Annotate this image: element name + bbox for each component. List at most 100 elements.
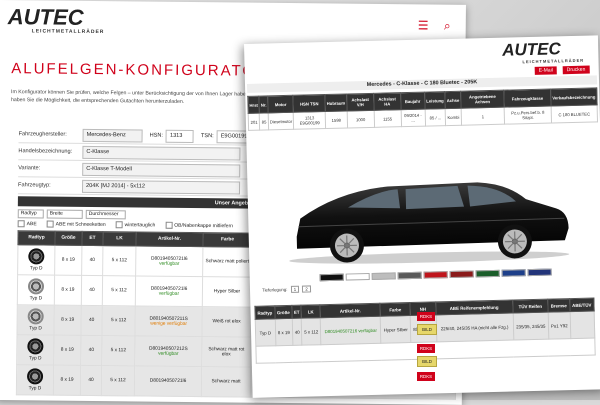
winter-label: wintertauglich [124,221,156,228]
vehicle-spec-table: Hrst Nr. Motor HSN TSN Hubraum Achslast V/H Ac… [247,87,598,131]
winter-checkbox[interactable] [115,220,123,228]
stock-status: verfügbar [159,261,180,267]
menu-icon[interactable]: ☰ [418,18,429,32]
durchmesser-select[interactable]: Durchmesser [85,209,126,219]
handels-label: Handelsbezeichnung: [18,148,73,155]
col-farbe[interactable]: Farbe [202,232,253,248]
cell-et: 40 [80,365,102,396]
cell-size: 8 x 19 [54,275,82,306]
spec-cell: 85 [259,112,269,131]
header-icons: ☰ ⌕ [418,18,463,33]
tiefer-option-1[interactable]: 1 [290,285,300,293]
col-lk[interactable]: LK [102,231,137,246]
spec-col-header: Hubraum [324,94,347,112]
typ-select[interactable]: 204K [MJ 2014] - 5x112 [81,179,241,195]
color-swatch[interactable] [371,272,396,280]
fitment-col-header[interactable]: LK [301,304,321,319]
variante-select[interactable]: C-Klasse T-Modell [82,162,241,178]
rdks-button[interactable]: RDKS [417,312,435,321]
bild-button[interactable]: BILD [417,356,437,367]
color-swatch[interactable] [475,269,500,278]
fitment-col-header[interactable]: ET [291,305,302,319]
bild-button[interactable]: BILD [417,324,437,335]
col-et[interactable]: ET [81,231,104,246]
color-swatch[interactable] [423,271,448,279]
logo-tagline: LEICHTMETALLRÄDER [31,28,105,36]
rdks-button[interactable]: RDKS [417,344,435,353]
stock-status: wenige verfügbar [150,321,188,327]
rdks-button[interactable]: RDKS [417,372,435,381]
print-button[interactable]: Drucken [562,65,590,75]
hersteller-select[interactable]: Mercedes-Benz [82,128,143,143]
cell-article[interactable]: D80194050721l6 [150,379,187,384]
fitment-cell: Hyper Silber [380,315,411,344]
rim-thumbnail[interactable] [27,338,44,355]
color-swatch[interactable] [397,271,422,280]
abe-schneeketten-checkbox[interactable] [46,220,54,228]
rim-type: Typ D [29,326,42,332]
cell-lk: 5 x 112 [101,365,135,396]
stock-status: verfügbar [158,291,180,297]
cell-et: 40 [80,335,102,366]
spec-col-header: Hrst [247,96,260,114]
col-artikel[interactable]: Artikel-Nr. [135,231,204,247]
color-swatch[interactable] [345,272,370,281]
spec-cell: 201 [248,113,260,131]
hersteller-label: Fahrzeughersteller: [18,131,67,138]
rim-thumbnail[interactable] [27,308,44,325]
cell-size: 8 x 19 [53,305,82,336]
spec-col-header: HSN TSN [293,94,326,113]
fitment-cell: 235/35, 245/35 [512,312,549,341]
col-groesse[interactable]: Größe [54,231,83,246]
fitment-col-header[interactable]: Farbe [380,302,411,317]
fitment-cell[interactable]: D801940507216 verfügbar [320,316,382,345]
fitment-col-header[interactable]: Radtyp [254,305,275,320]
color-swatch[interactable] [319,273,344,282]
cell-lk: 5 x 112 [102,275,136,306]
color-swatch[interactable] [449,270,474,279]
fitment-cell: 225/40, 245/35 HA (nicht alle Fzg.) [435,313,514,342]
cell-color: Schwarz matt poliert [202,246,252,278]
rim-thumbnail[interactable] [28,248,45,265]
cell-size: 8 x 19 [53,335,81,366]
spec-col-header: Nr. [259,95,269,114]
logo-wordmark: AUTEC [7,4,84,30]
cell-color: Weiß rot elox [201,306,252,338]
spec-col-header: Angetriebene Achsen [460,90,505,109]
cell-color: Schwarz matt [201,366,251,398]
cell-color: Schwarz matt rot elox [201,336,251,368]
rim-thumbnail[interactable] [27,278,45,295]
fitment-col-header[interactable]: ABE/TÜV [569,298,595,312]
search-icon[interactable]: ⌕ [444,19,451,33]
autec-logo[interactable]: AUTEC LEICHTMETALLRÄDER [7,4,105,36]
spec-cell: 1598 [325,111,348,129]
fitment-col-header[interactable]: TÜV Reifen [512,299,549,314]
cell-size: 8 x 19 [53,365,81,396]
color-swatch[interactable] [527,268,552,277]
car-image [289,182,570,264]
color-swatch[interactable] [501,269,526,277]
abe-checkbox[interactable] [17,219,25,227]
hsn-input[interactable]: 1313 [165,129,195,143]
spec-cell: C 180 BLUETEC [550,104,598,124]
handels-select[interactable]: C-Klasse [82,145,241,161]
tiefer-option-2[interactable]: 2 [302,285,311,293]
tieferlegung-control: Tieferlegung: 1 2 [262,285,311,293]
col-radtyp[interactable]: Radtyp [17,230,56,246]
abe-schneeketten-label: ABE mit Schneeketten [55,220,106,228]
hsn-label: HSN: [149,132,163,139]
spec-cell: Pz.u.Pers.bef.b. 8 Sitzpl. [504,106,552,125]
fitment-col-header[interactable]: Größe [274,305,293,319]
radtyp-select[interactable]: Radtyp [17,208,44,218]
ob-checkbox[interactable] [165,221,173,229]
rim-thumbnail[interactable] [26,368,44,385]
cell-lk: 5 x 112 [102,245,136,276]
stock-status: verfügbar [158,351,179,357]
email-button[interactable]: E-Mail [534,66,558,75]
autec-logo: AUTEC LEICHTMETALLRÄDER [502,39,584,65]
rim-type: Typ D [28,356,42,362]
breite-select[interactable]: Breite [46,209,83,219]
spec-col-header: Motor [267,95,294,113]
fitment-col-header[interactable]: Bremse [547,298,570,313]
spec-cell: 85 / ... [424,108,446,127]
